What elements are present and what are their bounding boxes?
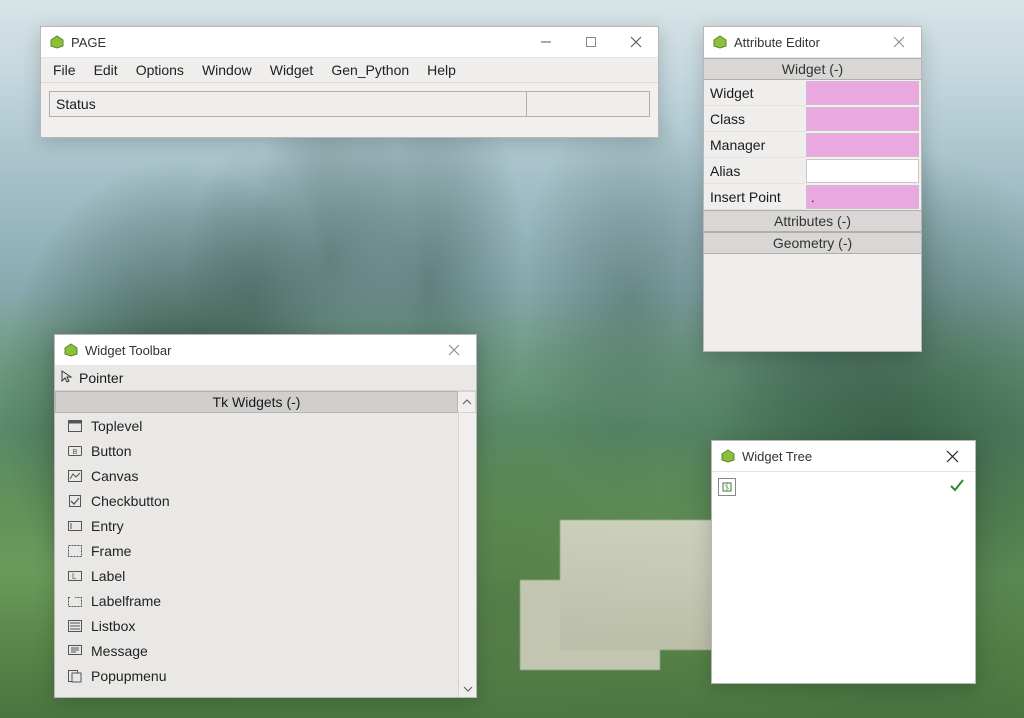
labelframe-icon: [67, 593, 83, 609]
section-attributes-header[interactable]: Attributes (-): [704, 210, 921, 232]
widget-toolbar-titlebar[interactable]: Widget Toolbar: [55, 335, 476, 366]
pointer-tool[interactable]: Pointer: [55, 366, 476, 391]
checkbutton-icon: [67, 493, 83, 509]
menu-options[interactable]: Options: [128, 60, 192, 80]
tk-widgets-group-header[interactable]: Tk Widgets (-): [55, 391, 458, 413]
attr-row-widget: Widget: [704, 80, 921, 106]
widget-item-button[interactable]: B Button: [55, 438, 458, 463]
main-window: PAGE File Edit Options Window Widget Gen…: [40, 26, 659, 138]
widget-item-label: Checkbutton: [91, 493, 170, 509]
listbox-icon: [67, 618, 83, 634]
attr-value-class[interactable]: [806, 107, 919, 131]
attr-row-class: Class: [704, 106, 921, 132]
attribute-editor-titlebar[interactable]: Attribute Editor: [704, 27, 921, 58]
entry-icon: [67, 518, 83, 534]
widget-tree-body[interactable]: [712, 472, 975, 683]
close-button[interactable]: [431, 335, 476, 365]
attr-value-alias[interactable]: [806, 159, 919, 183]
main-titlebar[interactable]: PAGE: [41, 27, 658, 58]
attr-label: Insert Point: [704, 184, 806, 210]
status-field-right: [526, 91, 650, 117]
main-title: PAGE: [71, 35, 106, 50]
widget-toolbar-title: Widget Toolbar: [85, 343, 171, 358]
menu-help[interactable]: Help: [419, 60, 464, 80]
minimize-button[interactable]: [523, 27, 568, 57]
attribute-editor-window: Attribute Editor Widget (-) Widget Class…: [703, 26, 922, 352]
attr-label: Widget: [704, 80, 806, 106]
close-button[interactable]: [930, 441, 975, 471]
attr-value-widget[interactable]: [806, 81, 919, 105]
close-button[interactable]: [613, 27, 658, 57]
frame-icon: [67, 543, 83, 559]
widget-item-popupmenu[interactable]: Popupmenu: [55, 663, 458, 688]
attr-value-manager[interactable]: [806, 133, 919, 157]
svg-text:B: B: [73, 449, 78, 456]
app-icon: [712, 34, 728, 50]
widget-tree-window: Widget Tree: [711, 440, 976, 684]
canvas-icon: [67, 468, 83, 484]
attr-row-manager: Manager: [704, 132, 921, 158]
main-menubar: File Edit Options Window Widget Gen_Pyth…: [41, 58, 658, 83]
scrollbar-track[interactable]: [459, 413, 476, 680]
tree-root-icon[interactable]: [718, 478, 736, 496]
menu-file[interactable]: File: [45, 60, 84, 80]
status-area: Status: [49, 91, 650, 117]
menu-widget[interactable]: Widget: [262, 60, 322, 80]
widget-item-label: Listbox: [91, 618, 135, 634]
label-icon: L: [67, 568, 83, 584]
widget-tree-titlebar[interactable]: Widget Tree: [712, 441, 975, 472]
widget-item-label: Button: [91, 443, 131, 459]
widget-item-checkbutton[interactable]: Checkbutton: [55, 488, 458, 513]
attr-label: Manager: [704, 132, 806, 158]
attr-label: Alias: [704, 158, 806, 184]
widget-list-scrollbar[interactable]: [458, 413, 476, 697]
maximize-button[interactable]: [568, 27, 613, 57]
widget-item-listbox[interactable]: Listbox: [55, 613, 458, 638]
pointer-label: Pointer: [79, 370, 123, 386]
toplevel-icon: [67, 418, 83, 434]
message-icon: [67, 643, 83, 659]
attr-label: Class: [704, 106, 806, 132]
widget-item-label: Frame: [91, 543, 131, 559]
button-icon: B: [67, 443, 83, 459]
menu-gen-python[interactable]: Gen_Python: [323, 60, 417, 80]
attr-row-insert-point: Insert Point .: [704, 184, 921, 210]
scroll-up-button[interactable]: [458, 391, 476, 413]
widget-item-canvas[interactable]: Canvas: [55, 463, 458, 488]
widget-item-label: Message: [91, 643, 148, 659]
attr-row-alias: Alias: [704, 158, 921, 184]
widget-item-label: Label: [91, 568, 125, 584]
widget-item-label: Entry: [91, 518, 124, 534]
attribute-editor-empty-area: [704, 254, 921, 351]
widget-item-message[interactable]: Message: [55, 638, 458, 663]
widget-item-frame[interactable]: Frame: [55, 538, 458, 563]
attr-value-insert-point[interactable]: .: [806, 185, 919, 209]
widget-item-label: Popupmenu: [91, 668, 167, 684]
widget-item-label: Toplevel: [91, 418, 142, 434]
widget-toolbar-window: Widget Toolbar Pointer Tk Widgets (-) To…: [54, 334, 477, 698]
svg-text:L: L: [72, 572, 77, 581]
widget-tree-title: Widget Tree: [742, 449, 812, 464]
widget-item-toplevel[interactable]: Toplevel: [55, 413, 458, 438]
widget-item-label[interactable]: L Label: [55, 563, 458, 588]
scroll-down-button[interactable]: [459, 680, 476, 697]
close-button[interactable]: [876, 27, 921, 57]
app-icon: [720, 448, 736, 464]
widget-item-entry[interactable]: Entry: [55, 513, 458, 538]
attribute-editor-title: Attribute Editor: [734, 35, 820, 50]
app-icon: [49, 34, 65, 50]
popupmenu-icon: [67, 668, 83, 684]
widget-item-labelframe[interactable]: Labelframe: [55, 588, 458, 613]
widget-list: Toplevel B Button Canvas Checkbutton Ent…: [55, 413, 476, 697]
app-icon: [63, 342, 79, 358]
status-field: Status: [49, 91, 526, 117]
widget-item-label: Canvas: [91, 468, 138, 484]
widget-item-label: Labelframe: [91, 593, 161, 609]
section-widget-header[interactable]: Widget (-): [704, 58, 921, 80]
section-geometry-header[interactable]: Geometry (-): [704, 232, 921, 254]
pointer-icon: [61, 370, 73, 387]
check-icon: [949, 478, 965, 497]
menu-window[interactable]: Window: [194, 60, 260, 80]
menu-edit[interactable]: Edit: [86, 60, 126, 80]
